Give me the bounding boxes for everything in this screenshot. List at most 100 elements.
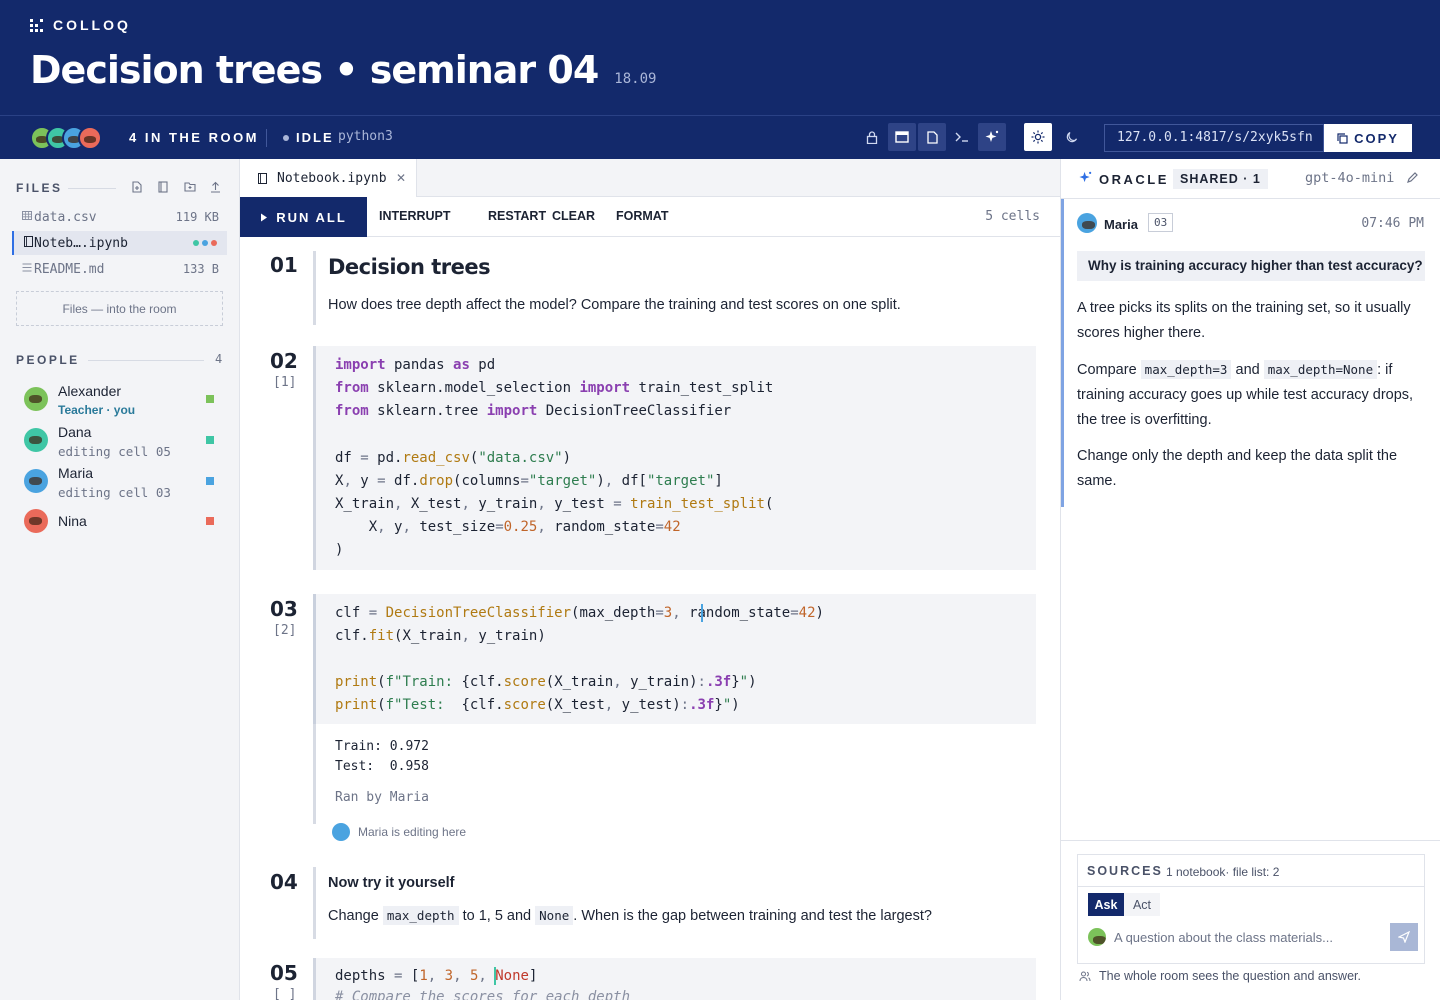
notebook-icon	[258, 172, 267, 184]
edit-icon[interactable]	[1406, 171, 1419, 189]
new-file-icon[interactable]	[132, 181, 142, 196]
file-size: 133 B	[182, 262, 219, 276]
copy-label: COPY	[1354, 130, 1399, 146]
mode-ask-button[interactable]: Ask	[1088, 893, 1124, 916]
clear-button[interactable]: CLEAR	[552, 209, 595, 223]
cell-number: 02	[270, 349, 298, 373]
people-count: 4	[215, 352, 223, 366]
oracle-header: ORACLE SHARED · 1 gpt-4o-mini	[1061, 159, 1440, 199]
new-notebook-icon[interactable]	[158, 181, 168, 196]
close-icon[interactable]: ✕	[396, 171, 406, 185]
remote-cursor	[701, 604, 703, 622]
file-name: Noteb….ipynb	[34, 235, 128, 251]
tab-label: Notebook.ipynb	[277, 170, 387, 186]
code-editor[interactable]: clf = DecisionTreeClassifier(max_depth=3…	[313, 594, 1036, 724]
kernel-name[interactable]: python3	[338, 129, 393, 144]
shared-badge: SHARED · 1	[1173, 169, 1268, 189]
sources-summary[interactable]: 1 notebook· file list: 2	[1166, 865, 1279, 879]
file-item-data-csv[interactable]: data.csv 119 KB	[12, 205, 227, 229]
file-drop-zone[interactable]: Files — into the room	[16, 291, 223, 326]
file-name: README.md	[34, 261, 105, 277]
editing-label: Maria is editing here	[358, 825, 467, 839]
notebook-icon	[24, 236, 33, 250]
new-folder-icon[interactable]	[184, 181, 196, 195]
code-editor[interactable]: depths = [1, 3, 5, None] # Compare the s…	[313, 958, 1036, 1000]
lock-icon[interactable]	[858, 123, 886, 151]
inline-code: max_depth	[382, 906, 459, 925]
inline-code: None	[535, 906, 574, 925]
person-color-marker	[206, 477, 214, 485]
sparkle-icon	[1079, 171, 1092, 189]
window-layout-icon[interactable]	[888, 123, 916, 151]
mode-act-button[interactable]: Act	[1124, 893, 1160, 916]
copy-url-button[interactable]: COPY	[1324, 124, 1412, 152]
cell-reference[interactable]: 03	[1148, 213, 1174, 232]
restart-button[interactable]: RESTART	[488, 209, 546, 223]
cell-heading: Decision trees	[328, 255, 491, 279]
answer-paragraph: Compare max_depth=3 and max_depth=None: …	[1077, 360, 1414, 428]
terminal-icon[interactable]	[948, 123, 976, 151]
sidebar: FILES data.csv 119 KB Noteb….ipynb READM…	[0, 159, 240, 1000]
person-name: Maria	[58, 465, 94, 481]
document-icon[interactable]	[918, 123, 946, 151]
file-name: data.csv	[34, 209, 97, 225]
question-composer: SOURCES 1 notebook· file list: 2 Ask Act	[1077, 854, 1425, 964]
cell-text: Change max_depth to 1, 5 and None. When …	[328, 906, 932, 925]
file-item-notebook[interactable]: Noteb….ipynb	[12, 231, 227, 255]
avatar	[1088, 928, 1106, 946]
cell-number: 01	[270, 253, 298, 277]
interrupt-button[interactable]: INTERRUPT	[379, 209, 451, 223]
room-avatars[interactable]	[30, 126, 102, 150]
divider	[1078, 886, 1424, 887]
file-size: 119 KB	[175, 210, 219, 224]
person-color-marker	[206, 436, 214, 444]
visibility-note-text: The whole room sees the question and ans…	[1099, 969, 1361, 983]
output-line: Train: 0.972	[335, 739, 429, 754]
code-editor[interactable]: import pandas as pd from sklearn.model_s…	[313, 346, 1036, 570]
cell-gutter	[313, 251, 316, 325]
app-header: COLLOQ Decision trees • seminar 04 18.09	[0, 0, 1440, 115]
ran-by-label: Ran by Maria	[335, 790, 429, 805]
person-status: editing cell 03	[58, 485, 171, 500]
question-input[interactable]	[1114, 925, 1384, 949]
dark-theme-icon[interactable]	[1058, 123, 1086, 151]
run-all-button[interactable]: RUN ALL	[240, 197, 367, 237]
upload-icon[interactable]	[210, 181, 221, 196]
divider	[266, 129, 267, 147]
sparkle-icon[interactable]	[978, 123, 1006, 151]
editing-indicator: Maria is editing here	[332, 823, 466, 841]
files-heading: FILES	[16, 181, 63, 195]
person-color-marker	[206, 517, 214, 525]
page-date: 18.09	[614, 71, 657, 87]
room-count: 4 IN THE ROOM	[129, 130, 260, 145]
avatar	[1077, 213, 1097, 233]
notebook-toolbar: RUN ALL INTERRUPT RESTART CLEAR FORMAT 5…	[240, 197, 1060, 237]
cell-gutter	[313, 867, 316, 939]
person-maria[interactable]: Maria editing cell 03	[24, 465, 224, 501]
session-url[interactable]: 127.0.0.1:4817/s/2xyk5sfn	[1104, 124, 1324, 152]
answer-paragraph: A tree picks its splits on the training …	[1077, 300, 1411, 341]
people-heading: PEOPLE	[16, 353, 80, 367]
avatar	[332, 823, 350, 841]
file-item-readme[interactable]: README.md 133 B	[12, 257, 227, 281]
tab-notebook[interactable]: Notebook.ipynb ✕	[240, 159, 417, 197]
avatar	[24, 428, 48, 452]
person-nina[interactable]: Nina	[24, 509, 224, 535]
table-icon	[22, 211, 32, 223]
light-theme-icon[interactable]	[1024, 123, 1052, 151]
send-button[interactable]	[1390, 923, 1418, 951]
format-button[interactable]: FORMAT	[616, 209, 669, 223]
cell-number: 05	[270, 961, 298, 985]
oracle-panel: ORACLE SHARED · 1 gpt-4o-mini Maria 03 0…	[1060, 159, 1440, 1000]
answer-paragraph: Change only the depth and keep the data …	[1077, 448, 1398, 489]
person-alexander[interactable]: Alexander Teacher · you	[24, 383, 224, 419]
person-name: Nina	[58, 513, 87, 529]
brand-logo-icon	[30, 18, 43, 32]
brand: COLLOQ	[30, 17, 131, 33]
model-selector[interactable]: gpt-4o-mini	[1305, 170, 1394, 186]
inline-code: max_depth=3	[1140, 360, 1232, 379]
copy-icon	[1337, 132, 1348, 144]
person-dana[interactable]: Dana editing cell 05	[24, 424, 224, 460]
kernel-status-dot	[283, 135, 289, 141]
text-icon	[22, 263, 32, 275]
